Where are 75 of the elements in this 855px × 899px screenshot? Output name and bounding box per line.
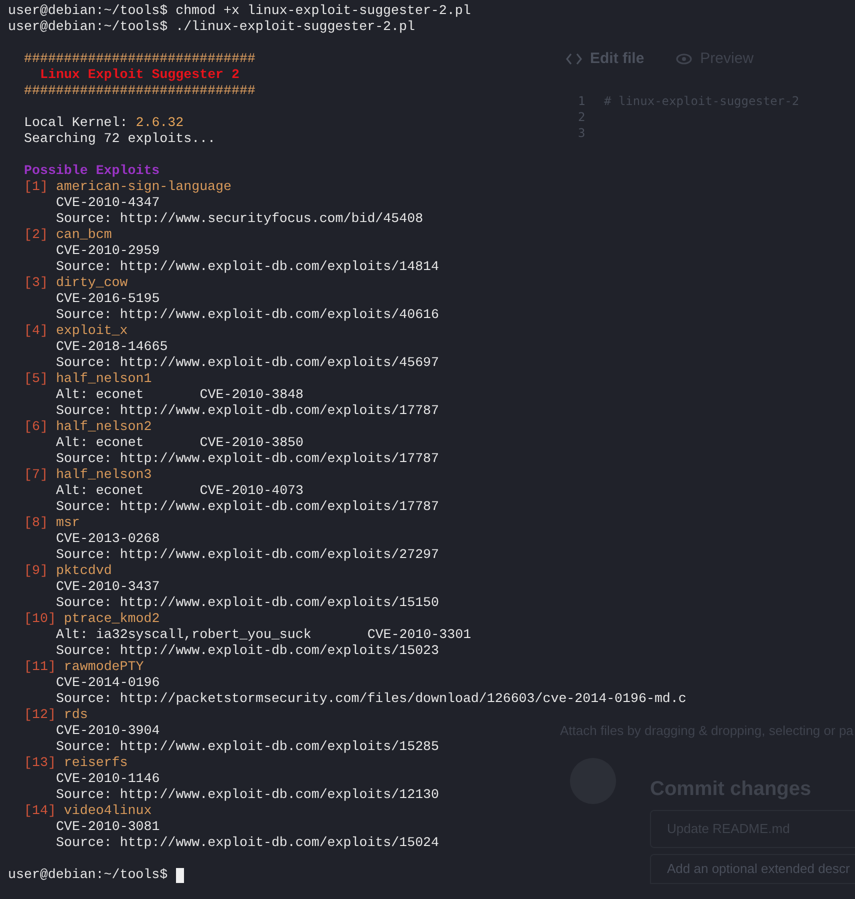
section-heading: Possible Exploits xyxy=(24,163,160,179)
exploit-index: [4] xyxy=(24,323,48,339)
shell-prompt: user@debian:~/tools$ xyxy=(8,3,168,19)
source-url: Source: http://www.securityfocus.com/bid/45408 xyxy=(55,211,424,227)
source-url: Source: http://www.exploit-db.com/exploits/15150 xyxy=(55,595,440,611)
shell-prompt: user@debian:~/tools$ xyxy=(8,867,168,883)
kernel-version: 2.6.32 xyxy=(136,115,184,131)
cve-id: CVE-2010-3437 xyxy=(55,579,160,595)
exploit-name: american-sign-language xyxy=(56,179,232,195)
exploit-index: [14] xyxy=(24,803,56,819)
kernel-label: Local Kernel: xyxy=(24,115,128,131)
alt-name: Alt: econet xyxy=(56,483,144,499)
exploit-index: [3] xyxy=(24,275,48,291)
exploit-index: [10] xyxy=(24,611,56,627)
cve-id: CVE-2010-4347 xyxy=(55,195,160,211)
source-url: Source: http://www.exploit-db.com/exploits/15023 xyxy=(55,643,440,659)
cve-id: CVE-2010-3850 xyxy=(200,435,304,451)
cve-id: CVE-2010-2959 xyxy=(55,243,160,259)
source-url: Source: http://www.exploit-db.com/exploits/12130 xyxy=(55,787,440,803)
cve-id: CVE-2010-3848 xyxy=(200,387,304,403)
exploit-index: [6] xyxy=(24,419,48,435)
source-url: Source: http://www.exploit-db.com/exploits/17787 xyxy=(55,403,440,419)
exploit-name: half_nelson1 xyxy=(56,371,152,387)
banner-title: Linux Exploit Suggester 2 xyxy=(39,67,240,83)
cve-id: CVE-2016-5195 xyxy=(55,291,160,307)
source-url: Source: http://www.exploit-db.com/exploits/40616 xyxy=(55,307,440,323)
exploit-index: [12] xyxy=(24,707,56,723)
eye-icon xyxy=(676,53,692,65)
exploit-index: [7] xyxy=(24,467,48,483)
exploit-name: video4linux xyxy=(64,803,152,819)
exploit-index: [1] xyxy=(24,179,48,195)
shell-command: chmod +x linux-exploit-suggester-2.pl xyxy=(176,3,471,19)
exploit-name: half_nelson3 xyxy=(56,467,152,483)
exploit-index: [5] xyxy=(24,371,48,387)
alt-name: Alt: ia32syscall,robert_you_suck xyxy=(56,627,312,643)
exploit-index: [9] xyxy=(24,563,48,579)
shell-command: ./linux-exploit-suggester-2.pl xyxy=(176,19,415,35)
exploit-name: ptrace_kmod2 xyxy=(64,611,160,627)
cursor-icon xyxy=(176,868,184,882)
cve-id: CVE-2010-3904 xyxy=(55,723,160,739)
exploit-name: exploit_x xyxy=(56,323,128,339)
cve-id: CVE-2010-1146 xyxy=(55,771,160,787)
exploit-name: rds xyxy=(64,707,88,723)
source-url: Source: http://www.exploit-db.com/exploits/17787 xyxy=(55,451,440,467)
alt-name: Alt: econet xyxy=(56,435,144,451)
cve-id: CVE-2014-0196 xyxy=(55,675,160,691)
cve-id: CVE-2010-3301 xyxy=(367,627,472,643)
source-url: Source: http://www.exploit-db.com/exploits/17787 xyxy=(55,499,440,515)
cve-id: CVE-2018-14665 xyxy=(55,339,168,355)
source-url: Source: http://www.exploit-db.com/exploits/45697 xyxy=(55,355,440,371)
cve-id: CVE-2010-4073 xyxy=(200,483,304,499)
alt-name: Alt: econet xyxy=(56,387,144,403)
source-url: Source: http://packetstormsecurity.com/files/download/126603/cve-2014-0196-md.c xyxy=(55,691,686,707)
exploit-index: [13] xyxy=(24,755,56,771)
exploit-name: rawmodePTY xyxy=(64,659,144,675)
exploit-name: reiserfs xyxy=(64,755,128,771)
cve-id: CVE-2010-3081 xyxy=(55,819,160,835)
exploit-index: [11] xyxy=(24,659,56,675)
source-url: Source: http://www.exploit-db.com/exploits/14814 xyxy=(55,259,440,275)
exploit-index: [2] xyxy=(24,227,48,243)
exploit-name: dirty_cow xyxy=(56,275,128,291)
shell-prompt: user@debian:~/tools$ xyxy=(8,19,168,35)
banner-rule: ############################# xyxy=(24,51,256,67)
banner-rule: ############################# xyxy=(24,83,256,99)
exploit-name: half_nelson2 xyxy=(56,419,152,435)
exploit-name: can_bcm xyxy=(56,227,112,243)
exploit-name: msr xyxy=(56,515,80,531)
exploit-name: pktcdvd xyxy=(56,563,112,579)
source-url: Source: http://www.exploit-db.com/exploits/15285 xyxy=(55,739,440,755)
exploit-index: [8] xyxy=(24,515,48,531)
code-icon xyxy=(566,53,582,65)
source-url: Source: http://www.exploit-db.com/exploits/27297 xyxy=(55,547,440,563)
searching-status: Searching 72 exploits... xyxy=(24,131,216,147)
cve-id: CVE-2013-0268 xyxy=(55,531,160,547)
source-url: Source: http://www.exploit-db.com/exploits/15024 xyxy=(55,835,440,851)
